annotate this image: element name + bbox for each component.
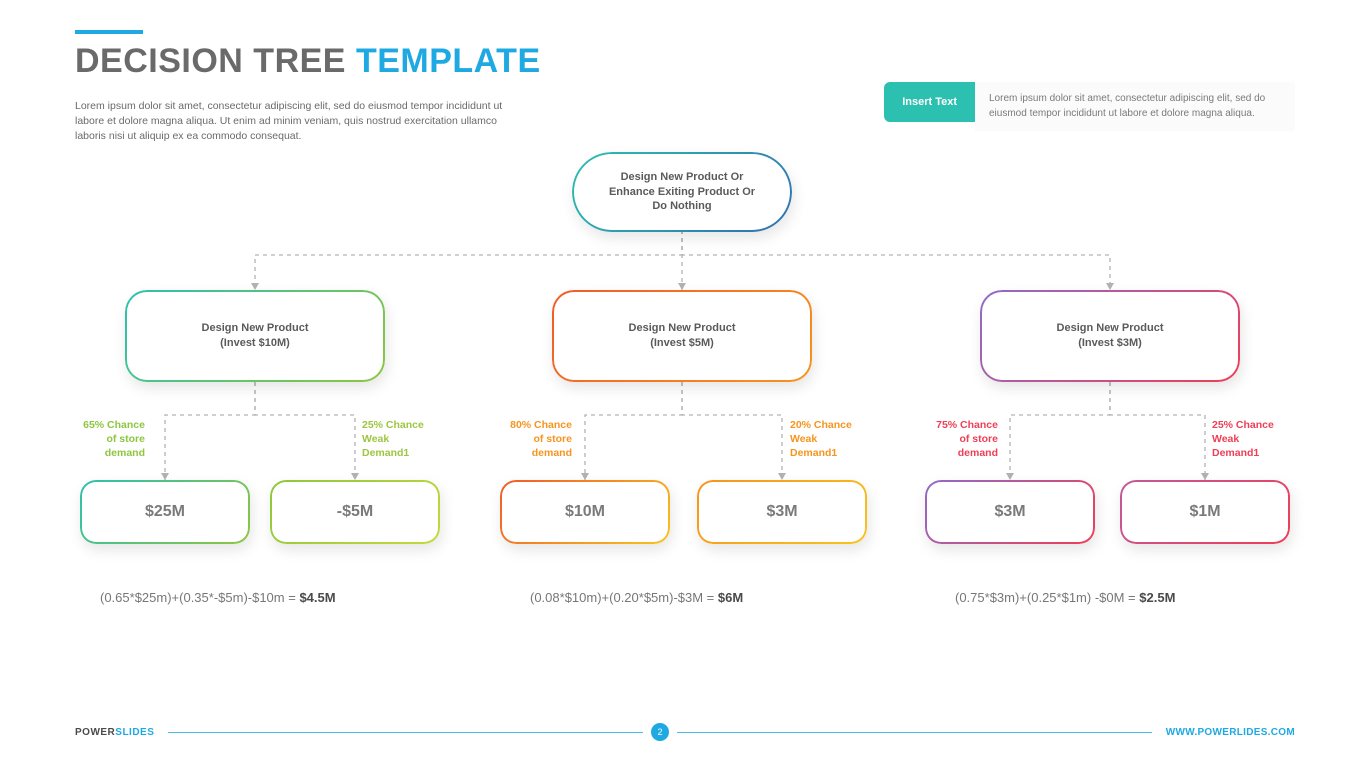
branch1-mid-l1: Design New Product <box>202 321 309 336</box>
branch3-leaf-left: $3M <box>925 480 1095 544</box>
branch1-leaf-left: $25M <box>80 480 250 544</box>
title-main: DECISION TREE <box>75 42 356 80</box>
branch2-right-label: 20% ChanceWeakDemand1 <box>790 418 890 461</box>
footer-page-wrap: 2 <box>168 723 1151 741</box>
branch1-mid-l2: (Invest $10M) <box>220 336 290 351</box>
branch3-right-label: 25% ChanceWeakDemand1 <box>1212 418 1312 461</box>
branch3-left-label: 75% Chanceof storedemand <box>898 418 998 461</box>
root-node: Design New Product Or Enhance Exiting Pr… <box>572 152 792 232</box>
decision-tree: Design New Product Or Enhance Exiting Pr… <box>0 150 1365 720</box>
footer-line-right <box>677 732 1152 733</box>
connectors <box>0 150 1365 720</box>
branch3-calc: (0.75*$3m)+(0.25*$1m) -$0M = $2.5M <box>955 590 1175 605</box>
root-line1: Design New Product Or <box>621 170 744 185</box>
branch2-mid-l2: (Invest $5M) <box>650 336 714 351</box>
branch2-mid: Design New Product (Invest $5M) <box>552 290 812 382</box>
slide: DECISION TREE TEMPLATE Lorem ipsum dolor… <box>0 0 1365 767</box>
branch2-leaf-right: $3M <box>697 480 867 544</box>
branch1-left-label: 65% Chanceof storedemand <box>45 418 145 461</box>
branch3-mid-l1: Design New Product <box>1057 321 1164 336</box>
branch2-calc: (0.08*$10m)+(0.20*$5m)-$3M = $6M <box>530 590 743 605</box>
accent-bar <box>75 30 143 34</box>
root-line3: Do Nothing <box>652 199 711 214</box>
root-line2: Enhance Exiting Product Or <box>609 185 755 200</box>
branch2-left-label: 80% Chanceof storedemand <box>472 418 572 461</box>
branch1-right-label: 25% ChanceWeakDemand1 <box>362 418 462 461</box>
branch1-calc: (0.65*$25m)+(0.35*-$5m)-$10m = $4.5M <box>100 590 336 605</box>
footer-brand: POWERSLIDES <box>75 727 154 738</box>
footer-line-left <box>168 732 643 733</box>
branch1-leaf-right: -$5M <box>270 480 440 544</box>
callout-tag: Insert Text <box>884 82 975 122</box>
callout-text: Lorem ipsum dolor sit amet, consectetur … <box>975 82 1295 131</box>
page-number: 2 <box>651 723 669 741</box>
footer-url: WWW.POWERLIDES.COM <box>1166 727 1295 738</box>
branch3-mid: Design New Product (Invest $3M) <box>980 290 1240 382</box>
subtitle-text: Lorem ipsum dolor sit amet, consectetur … <box>75 99 515 145</box>
page-title: DECISION TREE TEMPLATE <box>75 42 1295 81</box>
branch3-mid-l2: (Invest $3M) <box>1078 336 1142 351</box>
footer: POWERSLIDES 2 WWW.POWERLIDES.COM <box>75 723 1295 741</box>
branch1-mid: Design New Product (Invest $10M) <box>125 290 385 382</box>
branch2-leaf-left: $10M <box>500 480 670 544</box>
branch3-leaf-right: $1M <box>1120 480 1290 544</box>
branch2-mid-l1: Design New Product <box>629 321 736 336</box>
title-accent: TEMPLATE <box>356 42 541 80</box>
side-callout: Insert Text Lorem ipsum dolor sit amet, … <box>884 82 1295 131</box>
